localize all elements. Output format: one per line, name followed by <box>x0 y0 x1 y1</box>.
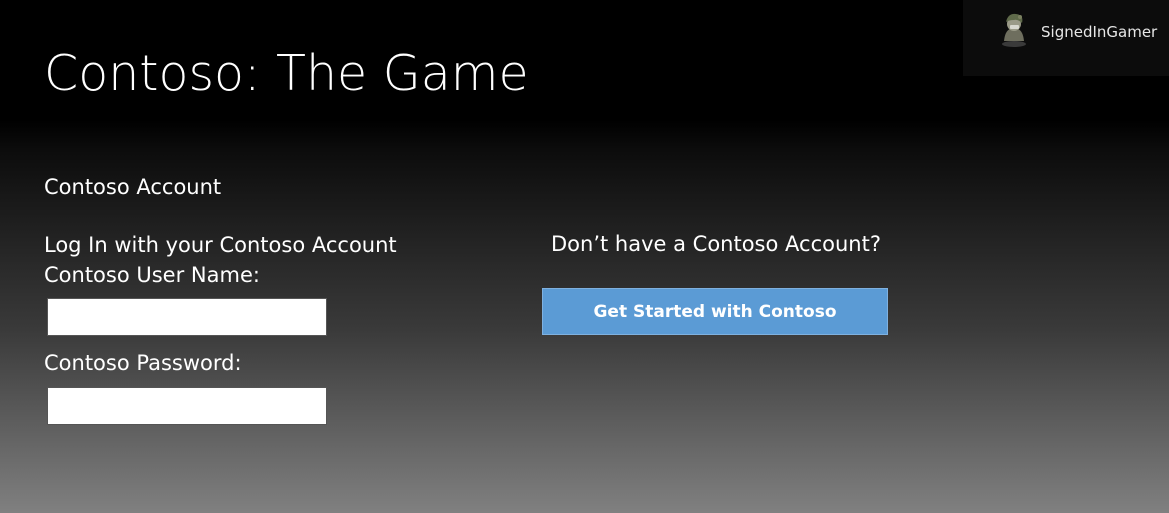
section-heading: Contoso Account <box>44 175 222 199</box>
username-input[interactable] <box>47 298 327 336</box>
login-heading: Log In with your Contoso Account <box>44 233 397 257</box>
no-account-prompt: Don’t have a Contoso Account? <box>551 232 881 256</box>
get-started-button[interactable]: Get Started with Contoso <box>542 288 888 335</box>
username-label: Contoso User Name: <box>44 263 260 287</box>
gamertag-label: SignedInGamer <box>1041 23 1158 41</box>
user-profile-tile[interactable]: SignedInGamer <box>963 0 1169 76</box>
password-input[interactable] <box>47 387 327 425</box>
gamer-avatar-icon <box>1000 11 1028 47</box>
page-title: Contoso: The Game <box>44 45 529 102</box>
password-label: Contoso Password: <box>44 351 242 375</box>
